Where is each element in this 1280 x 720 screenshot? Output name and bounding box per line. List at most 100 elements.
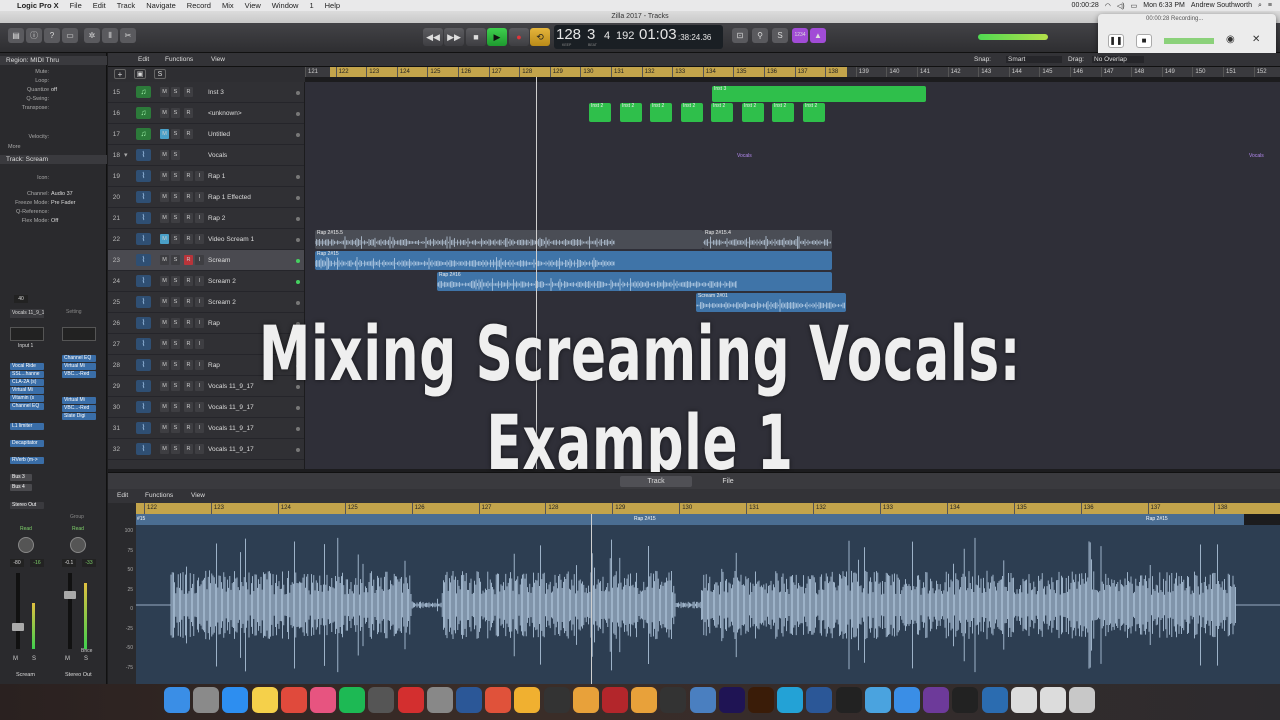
region-rap2-15-5[interactable]: Rap 2#15.5	[315, 230, 703, 249]
record-enable-button[interactable]: R	[184, 402, 193, 412]
dock-xcode-icon[interactable]	[806, 687, 833, 713]
dock-word-icon[interactable]	[456, 687, 482, 713]
record-enable-button[interactable]: R	[184, 171, 193, 181]
record-enable-button[interactable]: R	[184, 108, 193, 118]
snap-select[interactable]: Smart	[1006, 56, 1062, 63]
dock-piano-icon[interactable]	[952, 687, 979, 713]
dock-finder-icon[interactable]	[164, 687, 190, 713]
record-enable-button[interactable]: R	[184, 423, 193, 433]
tab-file[interactable]: File	[692, 476, 764, 487]
menu-navigate[interactable]: Navigate	[146, 1, 176, 10]
solo-button[interactable]: S	[171, 87, 180, 97]
menu-file[interactable]: File	[70, 1, 82, 10]
input-monitor-button[interactable]: I	[195, 339, 204, 349]
mute-button[interactable]: M	[160, 276, 169, 286]
editor-ruler-bar-126[interactable]: 126	[411, 503, 425, 514]
ruler-bar-148[interactable]: 148	[1131, 67, 1144, 77]
ruler-bar-139[interactable]: 139	[855, 67, 869, 77]
record-enable-button[interactable]: R	[184, 444, 193, 454]
input-monitor-button[interactable]: I	[195, 192, 204, 202]
region-inst2[interactable]: Inst 2	[742, 103, 764, 122]
functions-menu[interactable]: Functions	[165, 56, 193, 63]
solo-button[interactable]: S	[171, 129, 180, 139]
mixer-icon[interactable]: ⫴	[102, 28, 118, 43]
menu-edit[interactable]: Edit	[93, 1, 106, 10]
mute-button[interactable]: M	[160, 423, 169, 433]
track-name[interactable]: Untitled	[208, 131, 230, 138]
record-enable-button[interactable]: R	[184, 339, 193, 349]
editor-ruler-bar-129[interactable]: 129	[612, 503, 625, 514]
solo-button[interactable]: S	[171, 423, 180, 433]
record-enable-button[interactable]: R	[184, 129, 193, 139]
gain-display[interactable]: 40	[14, 295, 28, 303]
strip2-plugin-5[interactable]: Slate Digi	[62, 413, 96, 420]
record-enable-button[interactable]: R	[184, 255, 193, 265]
inspector-icon[interactable]: ⓘ	[26, 28, 42, 43]
track-row-23[interactable]: 23 ⌇ M S R I Scream	[108, 250, 304, 271]
solo-button[interactable]: S	[171, 297, 180, 307]
editor-ruler[interactable]: 122 123 124 125 126 127 128 129 130 131 132 133 134 1…	[136, 503, 1280, 514]
dock-mic-icon[interactable]	[923, 687, 950, 713]
solo-button[interactable]: S	[171, 360, 180, 370]
strip1-mute-button[interactable]: M	[13, 656, 18, 662]
strip2-eq-thumb[interactable]	[62, 327, 96, 341]
strip1-send-0[interactable]: Bus 3	[10, 474, 32, 481]
strip2-plugin-1[interactable]: Virtual Mi	[62, 363, 96, 370]
track-name[interactable]: Scream	[208, 257, 230, 264]
record-enable-button[interactable]: R	[184, 213, 193, 223]
wifi-icon[interactable]: ◠	[1105, 2, 1111, 10]
more-toggle[interactable]: More	[8, 144, 115, 150]
strip1-send-1[interactable]: Bus 4	[10, 484, 32, 491]
track-name[interactable]: Vocals 11_9_17	[208, 446, 254, 453]
record-enable-button[interactable]: R	[184, 297, 193, 307]
editor-functions-menu[interactable]: Functions	[145, 492, 173, 499]
solo-icon[interactable]: S	[772, 28, 788, 43]
dock-launchpad-icon[interactable]	[193, 687, 220, 713]
menu-window[interactable]: Window	[272, 1, 299, 10]
ruler-bar-151[interactable]: 151	[1223, 67, 1236, 77]
input-monitor-button[interactable]: I	[195, 297, 204, 307]
ruler-bar-123[interactable]: 123	[366, 67, 379, 77]
disclosure-icon[interactable]: ▾	[124, 151, 128, 159]
track-row-21[interactable]: 21 ⌇ M S R I Rap 2	[108, 208, 304, 229]
ruler-bar-142[interactable]: 142	[947, 67, 961, 77]
strip1-pan-knob[interactable]	[18, 537, 34, 553]
editor-ruler-bar-127[interactable]: 127	[478, 503, 492, 514]
user-name[interactable]: Andrew Southworth	[1191, 2, 1252, 9]
input-monitor-button[interactable]: I	[195, 318, 204, 328]
global-solo-button[interactable]: S	[154, 69, 166, 79]
input-monitor-button[interactable]: I	[195, 381, 204, 391]
track-row-22[interactable]: 22 ⌇ M S R I Video Scream 1	[108, 229, 304, 250]
record-enable-button[interactable]: R	[184, 318, 193, 328]
mute-button[interactable]: M	[160, 87, 169, 97]
strip2-automation[interactable]: Read	[72, 526, 84, 532]
ruler-bar-145[interactable]: 145	[1039, 67, 1052, 77]
track-name[interactable]: Vocals	[208, 152, 227, 159]
editor-ruler-bar-135[interactable]: 135	[1013, 503, 1027, 514]
pause-button[interactable]: ❚❚	[1108, 34, 1124, 48]
dock-preview-icon[interactable]	[689, 687, 716, 713]
strip2-pan-knob[interactable]	[70, 537, 86, 553]
track-name[interactable]: Video Scream 1	[208, 236, 254, 243]
ruler-bar-132[interactable]: 132	[641, 67, 655, 77]
track-row-32[interactable]: 32 ⌇ M S R I Vocals 11_9_17	[108, 439, 304, 460]
mute-button[interactable]: M	[160, 192, 169, 202]
input-monitor-button[interactable]: I	[195, 171, 204, 181]
mute-button[interactable]: M	[160, 171, 169, 181]
editor-ruler-bar-128[interactable]: 128	[545, 503, 558, 514]
tab-track[interactable]: Track	[620, 476, 692, 487]
library-icon[interactable]: ▤	[8, 28, 24, 43]
ruler-bar-127[interactable]: 127	[488, 67, 502, 77]
record-enable-button[interactable]: R	[184, 381, 193, 391]
track-row-31[interactable]: 31 ⌇ M S R I Vocals 11_9_17	[108, 418, 304, 439]
metronome-icon[interactable]: ▲	[810, 28, 826, 43]
track-row-18[interactable]: 18 ▾ ⌇ M S Vocals	[108, 145, 304, 166]
menu-view[interactable]: View	[245, 1, 261, 10]
strip2-setting[interactable]: Setting	[66, 309, 82, 315]
menu-app-name[interactable]: Logic Pro X	[17, 1, 59, 10]
solo-button[interactable]: S	[171, 318, 180, 328]
ruler-bar-143[interactable]: 143	[978, 67, 991, 77]
list-icon[interactable]: ≡	[1268, 2, 1272, 9]
ruler-bar-144[interactable]: 144	[1008, 67, 1022, 77]
editor-ruler-bar-134[interactable]: 134	[946, 503, 960, 514]
